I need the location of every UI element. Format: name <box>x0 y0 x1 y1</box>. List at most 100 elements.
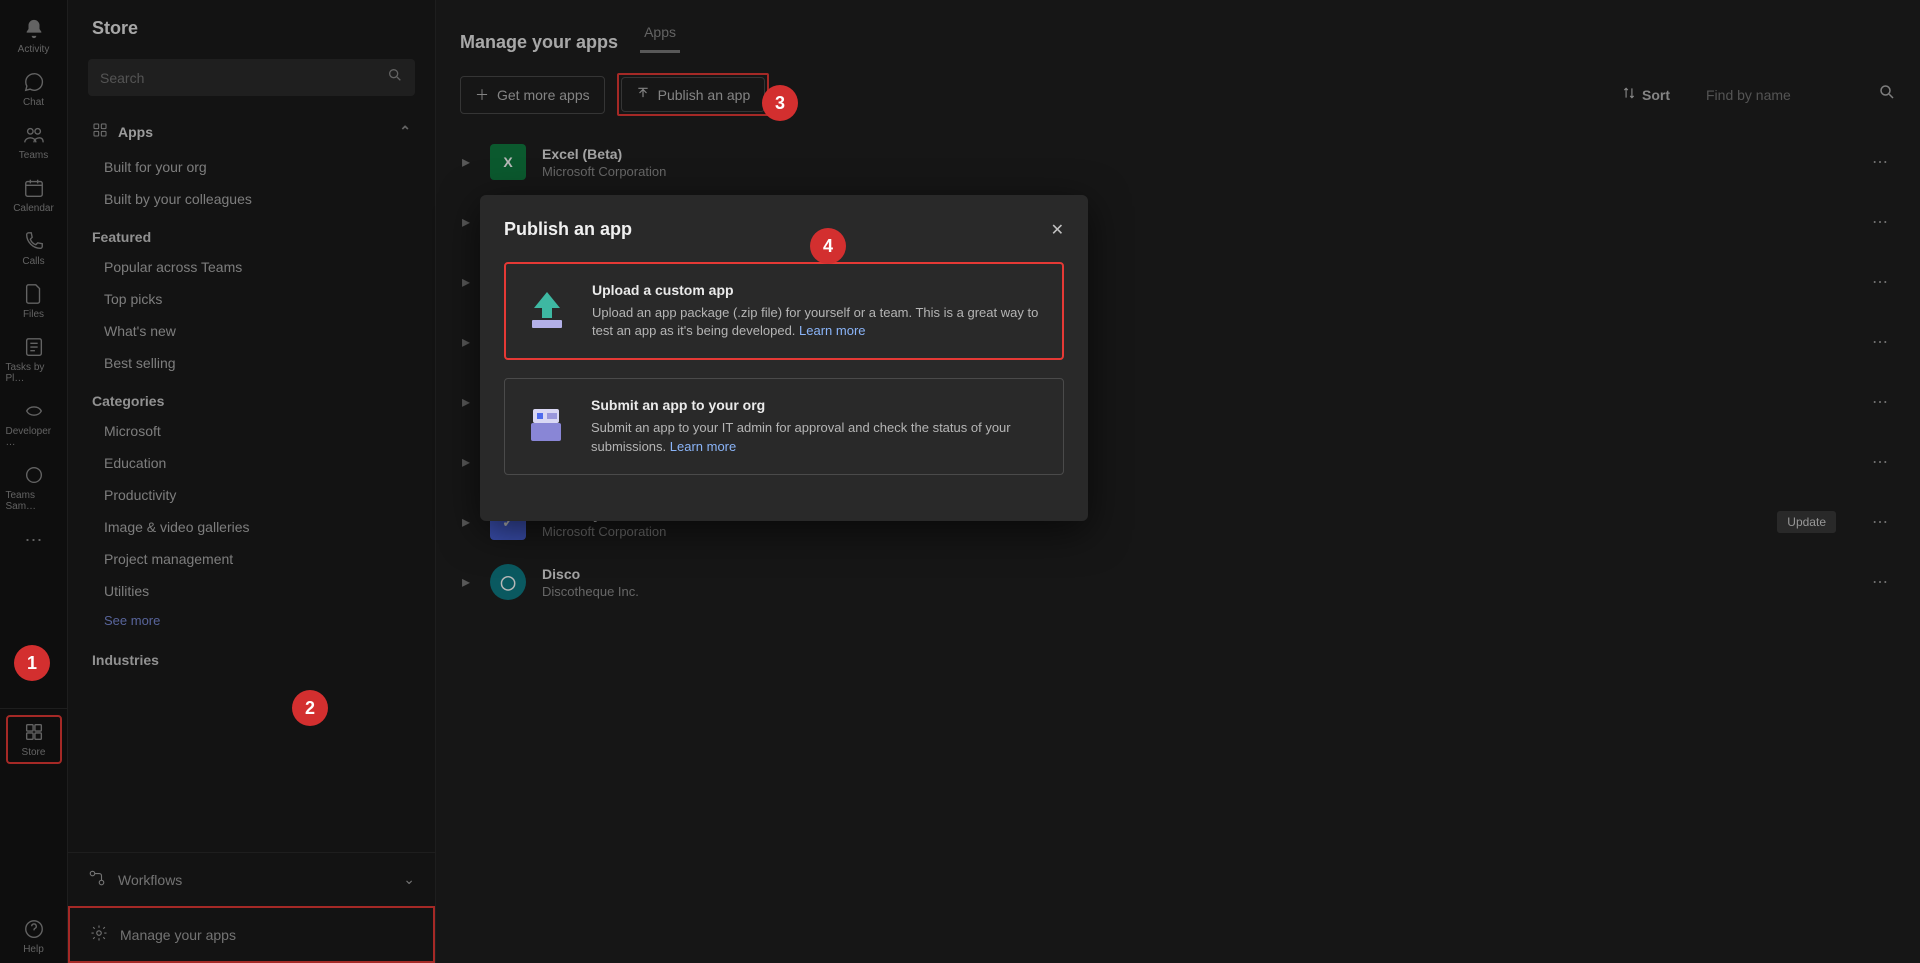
more-icon[interactable]: ⋯ <box>1866 506 1894 538</box>
btn-label: Publish an app <box>658 87 751 103</box>
search-input[interactable] <box>100 70 387 86</box>
store-item[interactable]: Utilities <box>68 575 435 607</box>
tasks-icon <box>23 336 45 358</box>
workflow-icon <box>88 869 106 890</box>
file-icon <box>23 283 45 305</box>
more-icon[interactable]: ⋯ <box>1866 446 1894 478</box>
get-more-apps-button[interactable]: ＋ Get more apps <box>460 76 605 114</box>
rail-store[interactable]: Store <box>6 715 62 764</box>
rail-more[interactable]: ⋯ <box>25 520 43 561</box>
app-publisher: Microsoft Corporation <box>542 164 666 179</box>
rail-label: Help <box>23 944 44 955</box>
rail-calendar[interactable]: Calendar <box>6 169 62 222</box>
chevron-right-icon[interactable]: ▸ <box>462 512 470 532</box>
chevron-right-icon[interactable]: ▸ <box>462 152 470 172</box>
card-title: Submit an app to your org <box>591 397 1047 413</box>
callout-1: 1 <box>14 645 50 681</box>
search-icon <box>387 67 403 88</box>
card-desc: Upload an app package (.zip file) for yo… <box>592 304 1046 340</box>
rail-developer[interactable]: Developer … <box>6 392 62 456</box>
chevron-right-icon[interactable]: ▸ <box>462 452 470 472</box>
rail-calls[interactable]: Calls <box>6 222 62 275</box>
search-icon[interactable] <box>1878 83 1896 106</box>
more-icon[interactable]: ⋯ <box>1866 266 1894 298</box>
store-item[interactable]: Top picks <box>68 283 435 315</box>
chevron-down-icon: ⌄ <box>403 871 415 888</box>
sort-icon <box>1622 86 1636 103</box>
upload-custom-app-card[interactable]: Upload a custom app Upload an app packag… <box>504 262 1064 360</box>
store-item-built-org[interactable]: Built for your org <box>68 151 435 183</box>
upload-icon <box>636 86 650 103</box>
callout-2: 2 <box>292 690 328 726</box>
rail-tasks[interactable]: Tasks by Pl… <box>6 328 62 392</box>
rail-files[interactable]: Files <box>6 275 62 328</box>
learn-more-link[interactable]: Learn more <box>799 323 865 338</box>
calendar-icon <box>23 177 45 199</box>
gear-icon <box>90 924 108 945</box>
dev-icon <box>23 400 45 422</box>
chat-icon <box>23 71 45 93</box>
more-icon[interactable]: ⋯ <box>1866 386 1894 418</box>
store-item[interactable]: Education <box>68 447 435 479</box>
more-icon[interactable]: ⋯ <box>1866 566 1894 598</box>
more-icon[interactable]: ⋯ <box>1866 326 1894 358</box>
app-row[interactable]: ▸ X Excel (Beta) Microsoft Corporation ⋯ <box>448 132 1908 192</box>
rail-label: Calendar <box>13 203 54 214</box>
store-item-built-coll[interactable]: Built by your colleagues <box>68 183 435 215</box>
search-box[interactable] <box>88 59 415 96</box>
app-row[interactable]: ▸ ◯ Disco Discotheque Inc. ⋯ <box>448 552 1908 612</box>
apps-icon <box>92 122 108 141</box>
rail-chat[interactable]: Chat <box>6 63 62 116</box>
apps-label: Apps <box>118 124 153 140</box>
categories-head: Categories <box>68 379 435 415</box>
chevron-right-icon[interactable]: ▸ <box>462 392 470 412</box>
chevron-right-icon[interactable]: ▸ <box>462 272 470 292</box>
page-title: Manage your apps <box>460 32 618 53</box>
rail-activity[interactable]: Activity <box>6 10 62 63</box>
chevron-right-icon[interactable]: ▸ <box>462 572 470 592</box>
submit-icon <box>521 397 571 451</box>
chevron-right-icon[interactable]: ▸ <box>462 332 470 352</box>
chevron-right-icon[interactable]: ▸ <box>462 212 470 232</box>
find-input[interactable] <box>1706 87 1856 103</box>
workflows-item[interactable]: Workflows ⌄ <box>68 852 435 906</box>
store-item[interactable]: Best selling <box>68 347 435 379</box>
rail-label: Developer … <box>6 426 62 448</box>
apps-section-head[interactable]: Apps ⌃ <box>68 112 435 151</box>
rail-teams[interactable]: Teams <box>6 116 62 169</box>
rail-label: Calls <box>22 256 44 267</box>
featured-head: Featured <box>68 215 435 251</box>
rail-label: Chat <box>23 97 44 108</box>
upload-icon <box>522 282 572 336</box>
chevron-up-icon: ⌃ <box>399 123 411 140</box>
store-item[interactable]: Image & video galleries <box>68 511 435 543</box>
manage-label: Manage your apps <box>120 927 236 943</box>
store-item[interactable]: Project management <box>68 543 435 575</box>
app-icon: X <box>490 144 526 180</box>
industries-head: Industries <box>68 638 435 674</box>
plus-icon: ＋ <box>475 85 489 105</box>
store-item[interactable]: Productivity <box>68 479 435 511</box>
rail-help[interactable]: Help <box>6 910 62 963</box>
rail-label: Teams Sam… <box>6 490 62 512</box>
more-icon[interactable]: ⋯ <box>1866 206 1894 238</box>
app-rail: Activity Chat Teams Calendar Calls Files… <box>0 0 68 963</box>
manage-apps-item[interactable]: Manage your apps <box>68 906 435 963</box>
publish-app-button[interactable]: Publish an app <box>621 77 766 112</box>
tab-apps[interactable]: Apps <box>640 18 680 53</box>
update-badge[interactable]: Update <box>1777 511 1836 533</box>
close-icon[interactable]: ✕ <box>1051 220 1064 240</box>
submit-org-app-card[interactable]: Submit an app to your org Submit an app … <box>504 378 1064 474</box>
see-more-link[interactable]: See more <box>68 607 435 638</box>
app-publisher: Microsoft Corporation <box>542 524 727 539</box>
learn-more-link[interactable]: Learn more <box>670 439 736 454</box>
store-title: Store <box>68 0 435 51</box>
store-item[interactable]: What's new <box>68 315 435 347</box>
more-icon[interactable]: ⋯ <box>1866 146 1894 178</box>
rail-teamssample[interactable]: Teams Sam… <box>6 456 62 520</box>
store-item[interactable]: Microsoft <box>68 415 435 447</box>
app-icon: ◯ <box>490 564 526 600</box>
store-item[interactable]: Popular across Teams <box>68 251 435 283</box>
sort-button[interactable]: Sort <box>1622 86 1670 103</box>
btn-label: Get more apps <box>497 87 590 103</box>
